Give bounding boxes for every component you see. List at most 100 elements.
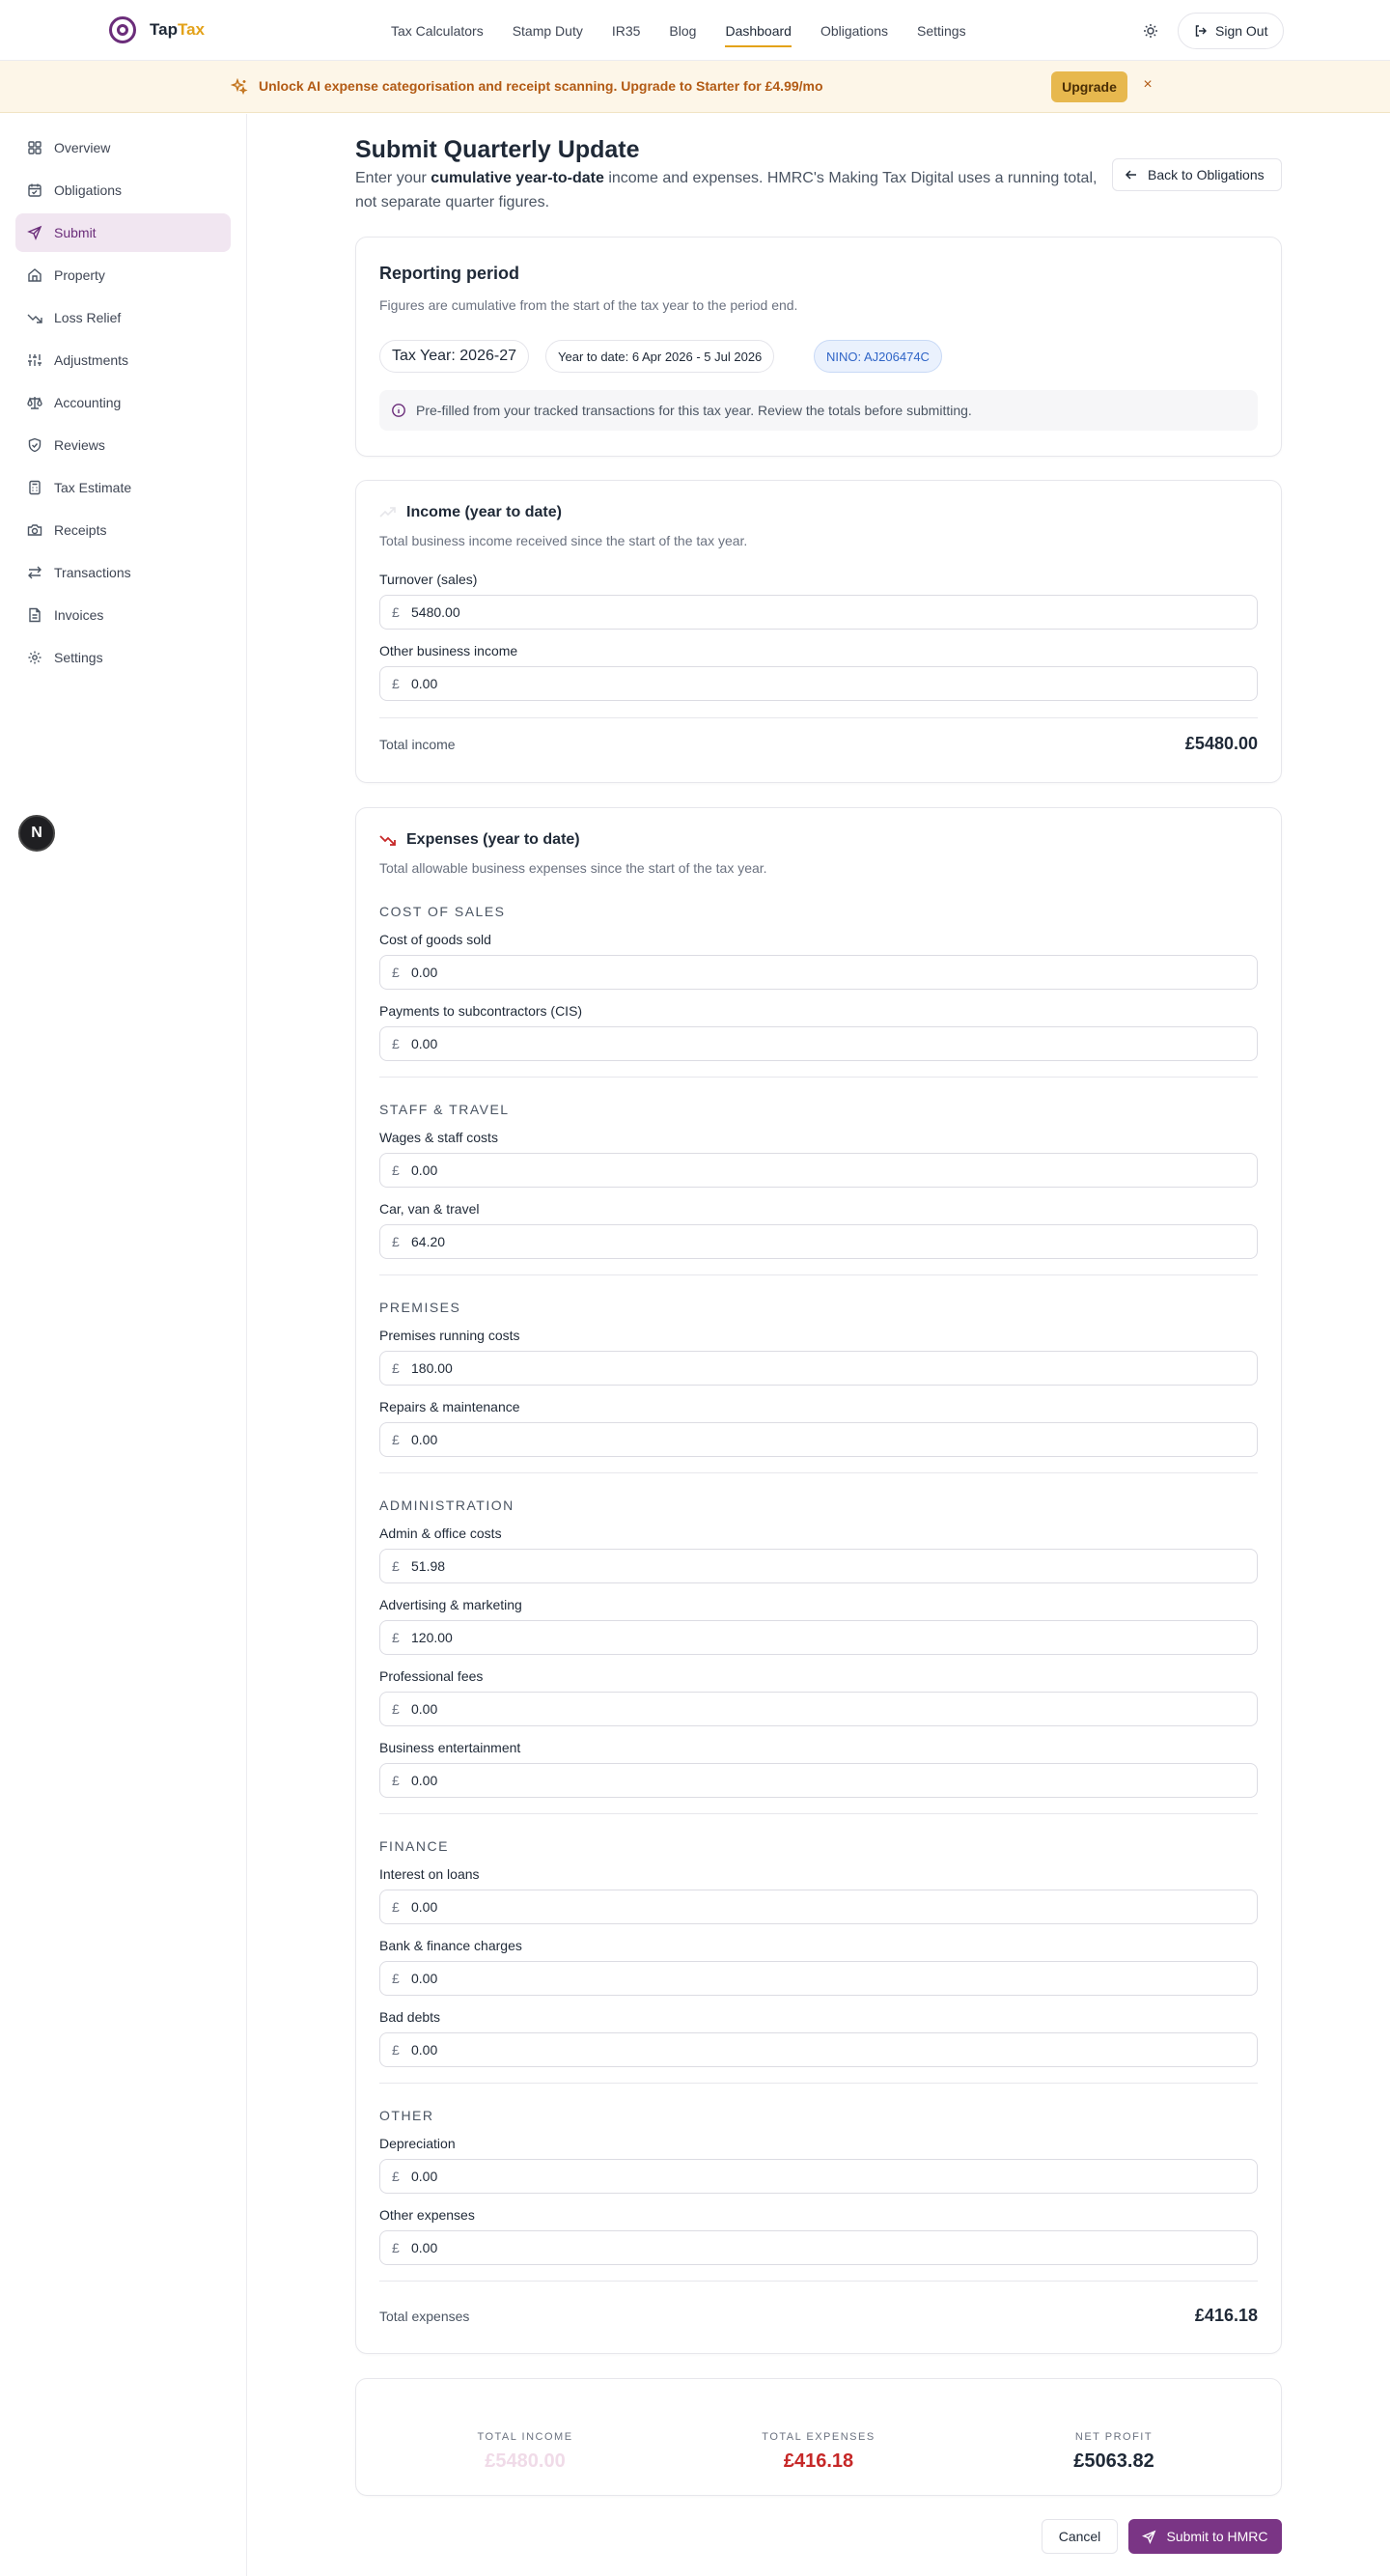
sidebar-item-submit[interactable]: Submit [15,213,231,252]
nav-ir35[interactable]: IR35 [598,0,655,61]
wages-input[interactable]: £ [379,1153,1258,1188]
currency-symbol: £ [392,1432,400,1447]
banner-close-icon[interactable]: × [1139,75,1156,95]
depreciation-input[interactable]: £ [379,2159,1258,2194]
tax-year-badge: Tax Year: 2026-27 [379,340,529,373]
subcontractors-input[interactable]: £ [379,1026,1258,1061]
bad-debts-value[interactable] [411,2042,1241,2058]
sidebar-item-property[interactable]: Property [15,256,231,294]
cost-of-goods-input[interactable]: £ [379,955,1258,990]
subcontractors-value[interactable] [411,1036,1241,1051]
calculator-icon [29,480,41,495]
shield-check-icon [28,437,42,453]
nextjs-devtools-button[interactable]: N [18,815,55,852]
sidebar-item-overview[interactable]: Overview [15,128,231,167]
bad-debts-input[interactable]: £ [379,2032,1258,2067]
summary-expenses-value: £416.18 [783,2450,854,2472]
sparkles-icon [231,78,248,96]
target-logo-icon [109,16,136,43]
sidebar-item-transactions[interactable]: Transactions [15,553,231,592]
page-title: Submit Quarterly Update [355,136,640,163]
cancel-button[interactable]: Cancel [1042,2519,1118,2554]
trending-down-icon [27,314,42,323]
nav-stamp-duty[interactable]: Stamp Duty [498,0,598,61]
currency-symbol: £ [392,1773,400,1788]
section-divider [379,2083,1258,2084]
top-nav: TapTax Tax Calculators Stamp Duty IR35 B… [0,0,1390,61]
sign-out-button[interactable]: Sign Out [1178,13,1285,49]
advertising-value[interactable] [411,1630,1241,1645]
nav-obligations[interactable]: Obligations [806,0,903,61]
other-income-label: Other business income [379,643,518,658]
premises-running-value[interactable] [411,1360,1241,1376]
sliders-icon [28,354,42,366]
nav-dashboard[interactable]: Dashboard [710,0,806,61]
other-expenses-input[interactable]: £ [379,2230,1258,2265]
other-expenses-label: Other expenses [379,2207,475,2223]
currency-symbol: £ [392,1630,400,1645]
professional-fees-input[interactable]: £ [379,1692,1258,1726]
trending-down-icon [379,835,396,846]
summary-card: TOTAL INCOME £5480.00 TOTAL EXPENSES £41… [355,2378,1282,2496]
admin-costs-value[interactable] [411,1558,1241,1574]
other-income-value[interactable] [411,676,1241,691]
nav-tax-calculators[interactable]: Tax Calculators [376,0,498,61]
scale-icon [27,397,42,409]
bank-charges-input[interactable]: £ [379,1961,1258,1996]
admin-costs-input[interactable]: £ [379,1549,1258,1583]
camera-icon [27,524,42,536]
premises-running-input[interactable]: £ [379,1351,1258,1386]
nav-blog[interactable]: Blog [654,0,710,61]
car-travel-input[interactable]: £ [379,1224,1258,1259]
advertising-input[interactable]: £ [379,1620,1258,1655]
nino-badge: NINO: AJ206474C [814,340,942,373]
other-income-input[interactable]: £ [379,666,1258,701]
total-expenses-label: Total expenses [379,2309,470,2324]
theme-toggle-button[interactable] [1137,17,1164,44]
repairs-value[interactable] [411,1432,1241,1447]
logout-icon [1195,25,1207,37]
sidebar-item-obligations[interactable]: Obligations [15,171,231,210]
turnover-value[interactable] [411,604,1241,620]
other-expenses-value[interactable] [411,2240,1241,2255]
sidebar-item-invoices[interactable]: Invoices [15,596,231,634]
sidebar-item-accounting[interactable]: Accounting [15,383,231,422]
expenses-card: Expenses (year to date) Total allowable … [355,807,1282,2354]
sidebar-item-tax-estimate[interactable]: Tax Estimate [15,468,231,507]
advertising-label: Advertising & marketing [379,1597,522,1612]
repairs-input[interactable]: £ [379,1422,1258,1457]
submit-to-hmrc-button[interactable]: Submit to HMRC [1128,2519,1282,2554]
sidebar-item-adjustments[interactable]: Adjustments [15,341,231,379]
wages-value[interactable] [411,1162,1241,1178]
nav-settings[interactable]: Settings [903,0,981,61]
turnover-input[interactable]: £ [379,595,1258,630]
interest-input[interactable]: £ [379,1890,1258,1924]
summary-total-income: TOTAL INCOME £5480.00 [380,2431,670,2473]
cost-of-goods-label: Cost of goods sold [379,932,491,947]
prefill-note: Pre-filled from your tracked transaction… [379,390,1258,431]
entertainment-input[interactable]: £ [379,1763,1258,1798]
depreciation-value[interactable] [411,2169,1241,2184]
sidebar-item-settings[interactable]: Settings [15,638,231,677]
currency-symbol: £ [392,1701,400,1717]
bank-charges-value[interactable] [411,1971,1241,1986]
sidebar-item-receipts[interactable]: Receipts [15,511,231,549]
sidebar-item-loss-relief[interactable]: Loss Relief [15,298,231,337]
section-staff-travel: STAFF & TRAVEL [379,1102,510,1117]
currency-symbol: £ [392,604,400,620]
depreciation-label: Depreciation [379,2136,456,2151]
brand-logo-link[interactable]: TapTax [109,16,205,43]
summary-profit-label: NET PROFIT [1074,2431,1154,2443]
currency-symbol: £ [392,1036,400,1051]
professional-fees-value[interactable] [411,1701,1241,1717]
entertainment-value[interactable] [411,1773,1241,1788]
cost-of-goods-value[interactable] [411,965,1241,980]
section-administration: ADMINISTRATION [379,1498,514,1513]
currency-symbol: £ [392,1558,400,1574]
upgrade-button[interactable]: Upgrade [1051,71,1127,102]
car-travel-value[interactable] [411,1234,1241,1249]
back-to-obligations-button[interactable]: Back to Obligations [1112,158,1282,191]
page-description: Enter your cumulative year-to-date incom… [355,170,1098,210]
interest-value[interactable] [411,1899,1241,1915]
sidebar-item-reviews[interactable]: Reviews [15,426,231,464]
